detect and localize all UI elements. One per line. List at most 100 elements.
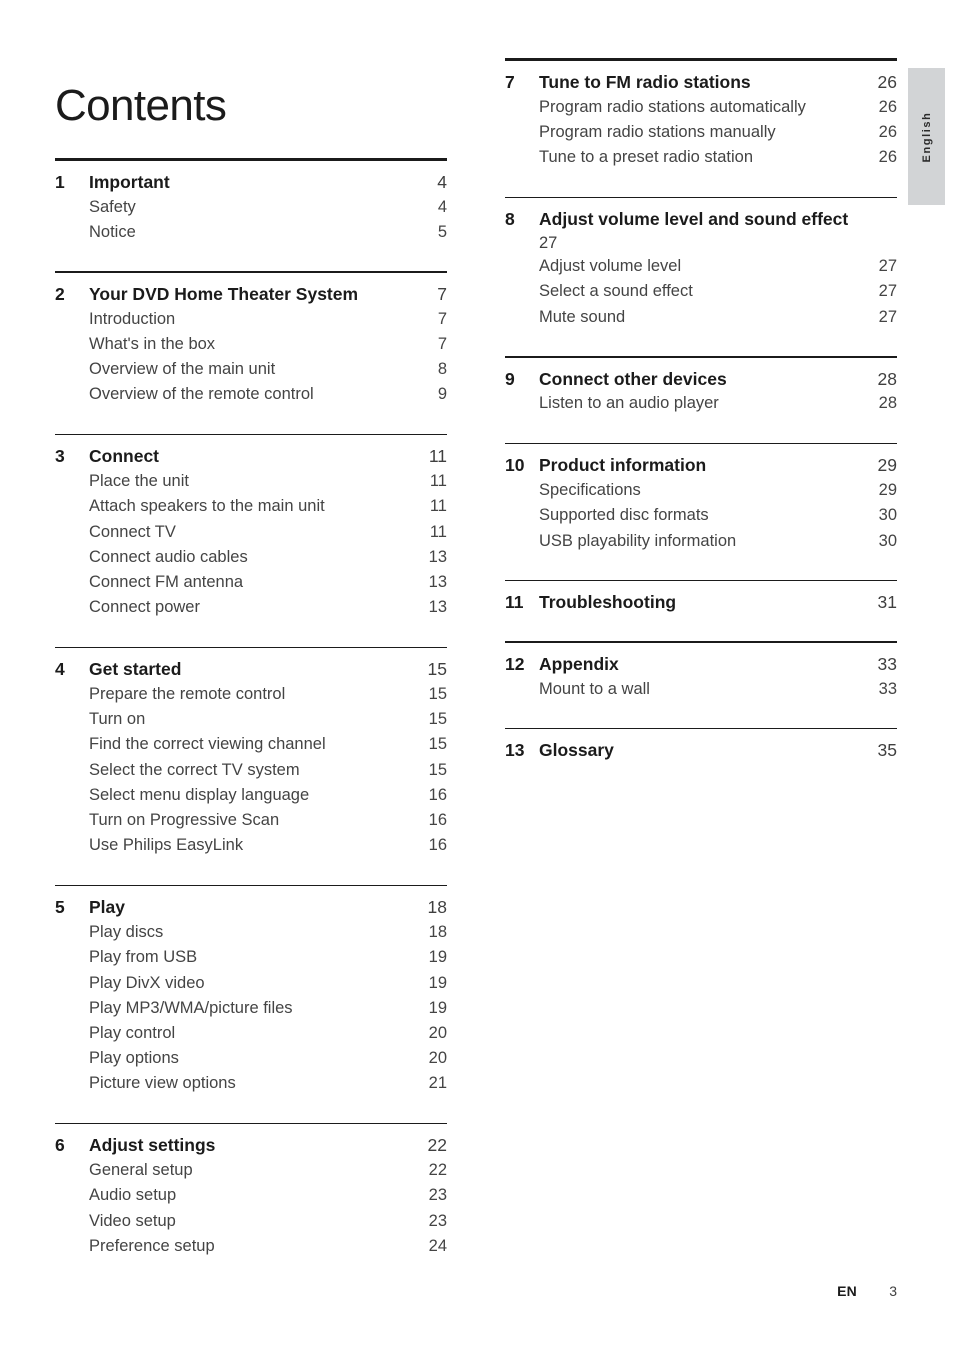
toc-entry-page-number: 33 bbox=[878, 679, 897, 698]
toc-entry[interactable]: Program radio stations automatically 26 bbox=[505, 95, 897, 120]
section-number: 6 bbox=[55, 1135, 65, 1156]
toc-entry[interactable]: Video setup 23 bbox=[55, 1209, 447, 1234]
toc-section-heading[interactable]: 11 Troubleshooting 31 bbox=[505, 590, 897, 615]
toc-section-heading[interactable]: 4 Get started 15 bbox=[55, 657, 447, 682]
toc-entry-list: Safety 4 Notice 5 bbox=[55, 195, 447, 245]
toc-entry-page-number: 26 bbox=[878, 97, 897, 116]
toc-section-heading[interactable]: 5 Play 18 bbox=[55, 895, 447, 920]
section-page-number: 31 bbox=[877, 592, 897, 613]
toc-entry[interactable]: Introduction 7 bbox=[55, 307, 447, 332]
toc-entry[interactable]: Play MP3/WMA/picture files 19 bbox=[55, 996, 447, 1021]
toc-entry-label: Select menu display language bbox=[89, 785, 310, 804]
toc-entry[interactable]: Connect FM antenna 13 bbox=[55, 570, 447, 595]
toc-entry-page-number: 16 bbox=[428, 785, 447, 804]
section-divider bbox=[505, 196, 897, 199]
toc-entry[interactable]: Select a sound effect 27 bbox=[505, 279, 897, 304]
toc-entry-list: Play discs 18 Play from USB 19 Play DivX vid… bbox=[55, 920, 447, 1097]
toc-entry-page-number: 30 bbox=[878, 531, 897, 550]
toc-entry-page-number: 23 bbox=[428, 1186, 447, 1205]
toc-entry-label: Overview of the main unit bbox=[89, 360, 276, 379]
toc-entry[interactable]: USB playability information 30 bbox=[505, 529, 897, 554]
toc-entry[interactable]: Notice 5 bbox=[55, 220, 447, 245]
toc-section-heading[interactable]: 1 Important 4 bbox=[55, 170, 447, 195]
section-divider bbox=[55, 158, 447, 161]
toc-entry[interactable]: Preference setup 24 bbox=[55, 1234, 447, 1259]
section-page-number: 22 bbox=[427, 1135, 447, 1156]
toc-section-heading[interactable]: 7 Tune to FM radio stations 26 bbox=[505, 70, 897, 95]
toc-entry-page-number: 11 bbox=[429, 522, 447, 541]
toc-entry-page-number: 7 bbox=[437, 309, 447, 328]
toc-entry[interactable]: Turn on Progressive Scan 16 bbox=[55, 808, 447, 833]
section-number: 3 bbox=[55, 446, 65, 467]
toc-entry-label: What's in the box bbox=[89, 334, 216, 353]
toc-entry-page-number: 18 bbox=[428, 923, 447, 942]
toc-entry[interactable]: Program radio stations manually 26 bbox=[505, 120, 897, 145]
toc-entry[interactable]: What's in the box 7 bbox=[55, 332, 447, 357]
section-title: Adjust volume level and sound effect bbox=[539, 209, 849, 230]
toc-entry[interactable]: Adjust volume level 27 bbox=[505, 254, 897, 279]
toc-entry[interactable]: Tune to a preset radio station 26 bbox=[505, 145, 897, 170]
toc-entry-page-number: 27 bbox=[878, 257, 897, 276]
toc-entry[interactable]: Place the unit 11 bbox=[55, 469, 447, 494]
toc-entry[interactable]: Find the correct viewing channel 15 bbox=[55, 732, 447, 757]
section-number: 8 bbox=[505, 209, 515, 230]
toc-entry-page-number: 27 bbox=[878, 282, 897, 301]
toc-entry[interactable]: Play control 20 bbox=[55, 1021, 447, 1046]
toc-entry[interactable]: Mount to a wall 33 bbox=[505, 677, 897, 702]
toc-entry[interactable]: Play from USB 19 bbox=[55, 945, 447, 970]
section-title: Important bbox=[89, 172, 170, 192]
toc-section-heading[interactable]: 13 Glossary 35 bbox=[505, 738, 897, 763]
toc-entry-page-number: 21 bbox=[428, 1074, 447, 1093]
toc-entry[interactable]: Prepare the remote control 15 bbox=[55, 682, 447, 707]
toc-entry-label: Connect power bbox=[89, 598, 200, 617]
toc-entry[interactable]: Audio setup 23 bbox=[55, 1183, 447, 1208]
toc-entry-page-number: 11 bbox=[429, 497, 447, 516]
toc-entry[interactable]: Connect audio cables 13 bbox=[55, 545, 447, 570]
section-page-number: 28 bbox=[877, 368, 897, 389]
toc-entry-label: Connect audio cables bbox=[89, 547, 248, 566]
toc-entry[interactable]: Play DivX video 19 bbox=[55, 971, 447, 996]
toc-section-heading[interactable]: 9 Connect other devices 28 bbox=[505, 367, 897, 392]
toc-section-heading[interactable]: 8 Adjust volume level and sound effect 27 bbox=[505, 207, 897, 254]
toc-entry[interactable]: Overview of the remote control 9 bbox=[55, 382, 447, 407]
toc-entry[interactable]: Turn on 15 bbox=[55, 707, 447, 732]
section-number: 9 bbox=[505, 368, 515, 389]
toc-entry[interactable]: General setup 22 bbox=[55, 1158, 447, 1183]
toc-entry[interactable]: Safety 4 bbox=[55, 195, 447, 220]
toc-entry[interactable]: Supported disc formats 30 bbox=[505, 503, 897, 528]
toc-entry[interactable]: Listen to an audio player 28 bbox=[505, 391, 897, 416]
toc-entry-page-number: 30 bbox=[878, 506, 897, 525]
toc-entry[interactable]: Specifications 29 bbox=[505, 478, 897, 503]
toc-entry-label: Play discs bbox=[89, 923, 164, 942]
toc-section-heading[interactable]: 3 Connect 11 bbox=[55, 444, 447, 469]
toc-entry-page-number: 20 bbox=[428, 1023, 447, 1042]
section-divider bbox=[505, 58, 897, 61]
toc-entry[interactable]: Attach speakers to the main unit 11 bbox=[55, 494, 447, 519]
toc-section-heading[interactable]: 6 Adjust settings 22 bbox=[55, 1133, 447, 1158]
toc-entry[interactable]: Use Philips EasyLink 16 bbox=[55, 833, 447, 858]
toc-entry-label: Use Philips EasyLink bbox=[89, 836, 244, 855]
section-page-number: 18 bbox=[427, 897, 447, 918]
section-divider bbox=[55, 433, 447, 436]
toc-section: 7 Tune to FM radio stations 26 Program radi… bbox=[505, 58, 897, 171]
toc-entry[interactable]: Overview of the main unit 8 bbox=[55, 357, 447, 382]
toc-entry[interactable]: Mute sound 27 bbox=[505, 305, 897, 330]
toc-entry[interactable]: Select the correct TV system 15 bbox=[55, 758, 447, 783]
section-title: Adjust settings bbox=[89, 1135, 216, 1156]
toc-entry[interactable]: Select menu display language 16 bbox=[55, 783, 447, 808]
toc-entry[interactable]: Connect TV 11 bbox=[55, 520, 447, 545]
toc-entry-page-number: 15 bbox=[428, 735, 447, 754]
toc-entry-label: Play control bbox=[89, 1023, 176, 1042]
toc-entry-label: Connect TV bbox=[89, 522, 176, 541]
toc-section-heading[interactable]: 10 Product information 29 bbox=[505, 453, 897, 478]
toc-section-heading[interactable]: 2 Your DVD Home Theater System 7 bbox=[55, 282, 447, 307]
toc-entry[interactable]: Play discs 18 bbox=[55, 920, 447, 945]
section-number: 13 bbox=[505, 740, 525, 761]
toc-entry[interactable]: Picture view options 21 bbox=[55, 1071, 447, 1096]
toc-section-heading[interactable]: 12 Appendix 33 bbox=[505, 652, 897, 677]
toc-entry[interactable]: Play options 20 bbox=[55, 1046, 447, 1071]
toc-entry[interactable]: Connect power 13 bbox=[55, 595, 447, 620]
